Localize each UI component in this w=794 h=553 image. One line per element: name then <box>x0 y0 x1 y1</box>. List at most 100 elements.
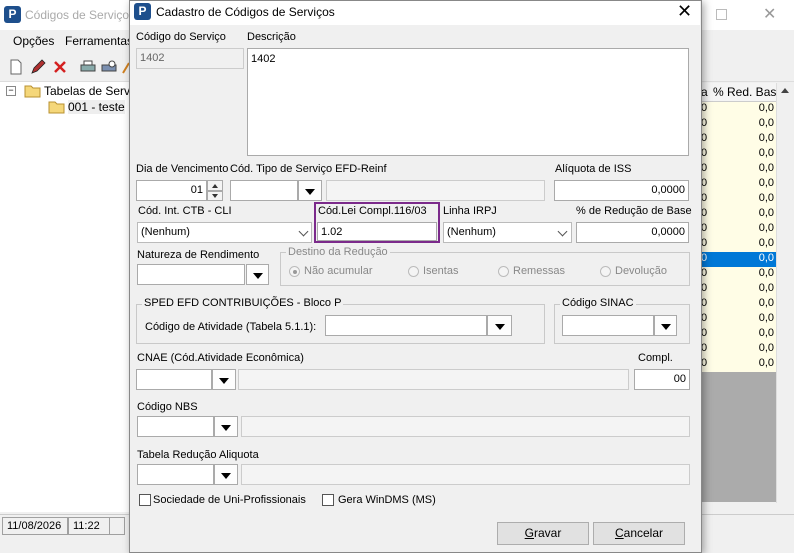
grid-row[interactable]: 0 0,0 <box>700 192 776 208</box>
menu-opcoes[interactable]: Opções <box>13 34 54 48</box>
spin-down-button[interactable] <box>207 191 223 201</box>
nbs-label: Código NBS <box>137 401 198 413</box>
tree-root-label[interactable]: Tabelas de Serviç <box>44 84 139 98</box>
codigo-servico-label: Código do Serviço <box>136 31 226 43</box>
new-document-icon[interactable] <box>8 59 24 75</box>
grid-cell-red-base: 0,0 <box>758 342 774 354</box>
tabela-reducao-desc <box>241 464 690 485</box>
tree-collapse-icon[interactable]: − <box>6 86 16 96</box>
main-close-icon[interactable]: ✕ <box>763 4 776 24</box>
grid-row[interactable]: 0 0,0 <box>700 342 776 358</box>
compl-field[interactable]: 00 <box>634 369 690 390</box>
reducao-base-field[interactable]: 0,0000 <box>576 222 689 243</box>
windms-label: Gera WinDMS (MS) <box>338 494 436 506</box>
cod-ctb-select[interactable]: (Nenhum) <box>137 222 312 243</box>
nbs-field[interactable] <box>137 416 214 437</box>
grid-col-red-base[interactable]: % Red. Bas <box>713 85 776 99</box>
grid-row[interactable]: 0 0,0 <box>700 282 776 298</box>
dia-vencimento-field[interactable]: 01 <box>136 180 207 201</box>
grid-cell-red-base: 0,0 <box>758 102 774 114</box>
nbs-dropdown[interactable] <box>214 416 238 437</box>
gravar-button[interactable]: Gravar <box>497 522 589 545</box>
tipo-servico-reinf-dropdown[interactable] <box>298 180 322 201</box>
grid-row[interactable]: 0 0,0 <box>700 102 776 118</box>
grid-row[interactable]: 0 0,0 <box>700 327 776 343</box>
grid-row[interactable]: 0 0,0 <box>700 147 776 163</box>
grid-row[interactable]: 0 0,0 <box>700 252 776 268</box>
radio-remessas[interactable] <box>498 266 509 277</box>
cancelar-button[interactable]: Cancelar <box>593 522 685 545</box>
cnae-field[interactable] <box>136 369 212 390</box>
tabela-reducao-field[interactable] <box>137 464 214 485</box>
windms-checkbox[interactable] <box>322 494 334 506</box>
radio-nao-acumular[interactable] <box>289 266 300 277</box>
grid-row[interactable]: 0 0,0 <box>700 117 776 133</box>
atividade-dropdown[interactable] <box>487 315 512 336</box>
grid-scrollbar[interactable] <box>776 83 794 503</box>
grid-row[interactable]: 0 0,0 <box>700 132 776 148</box>
tabela-reducao-dropdown[interactable] <box>214 464 238 485</box>
print-preview-icon[interactable] <box>101 59 117 75</box>
cnae-dropdown[interactable] <box>212 369 236 390</box>
delete-icon[interactable] <box>52 59 68 75</box>
cnae-label: CNAE (Cód.Atividade Econômica) <box>137 352 304 364</box>
grid-row[interactable]: 0 0,0 <box>700 312 776 328</box>
dialog-logo-icon: P <box>134 3 151 20</box>
natureza-dropdown[interactable] <box>246 264 269 285</box>
grid-row[interactable]: 0 0,0 <box>700 297 776 313</box>
dialog-close-icon[interactable]: ✕ <box>677 1 692 22</box>
folder-open-icon <box>48 101 65 114</box>
grid-cell-red-base: 0,0 <box>758 297 774 309</box>
status-date: 11/08/2026 <box>2 517 68 535</box>
grid-cell-red-base: 0,0 <box>758 327 774 339</box>
destino-reducao-title: Destino da Redução <box>286 246 390 258</box>
gravar-label: ravar <box>534 526 562 540</box>
atividade-label: Código de Atividade (Tabela 5.1.1): <box>145 321 317 333</box>
grid-col-a[interactable]: a <box>701 85 708 99</box>
grid-cell-red-base: 0,0 <box>758 252 774 264</box>
sped-group-title: SPED EFD CONTRIBUIÇÕES - Bloco P <box>142 297 344 309</box>
tipo-servico-reinf-field[interactable] <box>230 180 298 201</box>
main-window-title: Códigos de Serviços <box>25 8 136 22</box>
grid-cell-red-base: 0,0 <box>758 117 774 129</box>
grid-row[interactable]: 0 0,0 <box>700 207 776 223</box>
grid-cell-red-base: 0,0 <box>758 267 774 279</box>
grid-empty-area <box>700 372 776 502</box>
natureza-field[interactable] <box>137 264 245 285</box>
radio-devolucao-label: Devolução <box>615 265 667 277</box>
grid-row[interactable]: 0 0,0 <box>700 222 776 238</box>
maximize-icon[interactable] <box>716 9 727 20</box>
atividade-field[interactable] <box>325 315 487 336</box>
grid-row[interactable]: 0 0,0 <box>700 357 776 373</box>
aliquota-iss-field[interactable]: 0,0000 <box>554 180 689 201</box>
services-tree <box>0 82 131 512</box>
natureza-label: Natureza de Rendimento <box>137 249 260 261</box>
cod-ctb-chevron-icon[interactable] <box>296 223 311 242</box>
grid-row[interactable]: 0 0,0 <box>700 177 776 193</box>
grid-row[interactable]: 0 0,0 <box>700 162 776 178</box>
linha-irpj-chevron-icon[interactable] <box>555 223 570 242</box>
tree-item-001[interactable]: 001 - teste <box>68 100 125 114</box>
grid-cell-red-base: 0,0 <box>758 132 774 144</box>
tipo-servico-reinf-label: Cód. Tipo de Serviço EFD-Reinf <box>230 163 387 175</box>
grid-row[interactable]: 0 0,0 <box>700 237 776 253</box>
sinac-dropdown[interactable] <box>654 315 677 336</box>
radio-devolucao[interactable] <box>600 266 611 277</box>
sociedade-checkbox[interactable] <box>139 494 151 506</box>
reducao-base-label: % de Redução de Base <box>576 205 692 217</box>
radio-remessas-label: Remessas <box>513 265 565 277</box>
linha-irpj-select[interactable]: (Nenhum) <box>443 222 572 243</box>
print-icon[interactable] <box>80 59 96 75</box>
cancelar-label: ancelar <box>623 526 664 540</box>
grid-row[interactable]: 0 0,0 <box>700 267 776 283</box>
grid-cell-red-base: 0,0 <box>758 237 774 249</box>
cancelar-mnemonic: C <box>614 526 624 540</box>
sinac-field[interactable] <box>562 315 654 336</box>
spin-up-button[interactable] <box>207 180 223 191</box>
radio-isentas[interactable] <box>408 266 419 277</box>
sinac-group-title: Código SINAC <box>560 297 636 309</box>
edit-icon[interactable] <box>30 59 46 75</box>
grid-cell-red-base: 0,0 <box>758 162 774 174</box>
descricao-textarea[interactable]: 1402 <box>247 48 689 156</box>
menu-ferramentas[interactable]: Ferramentas <box>65 34 133 48</box>
